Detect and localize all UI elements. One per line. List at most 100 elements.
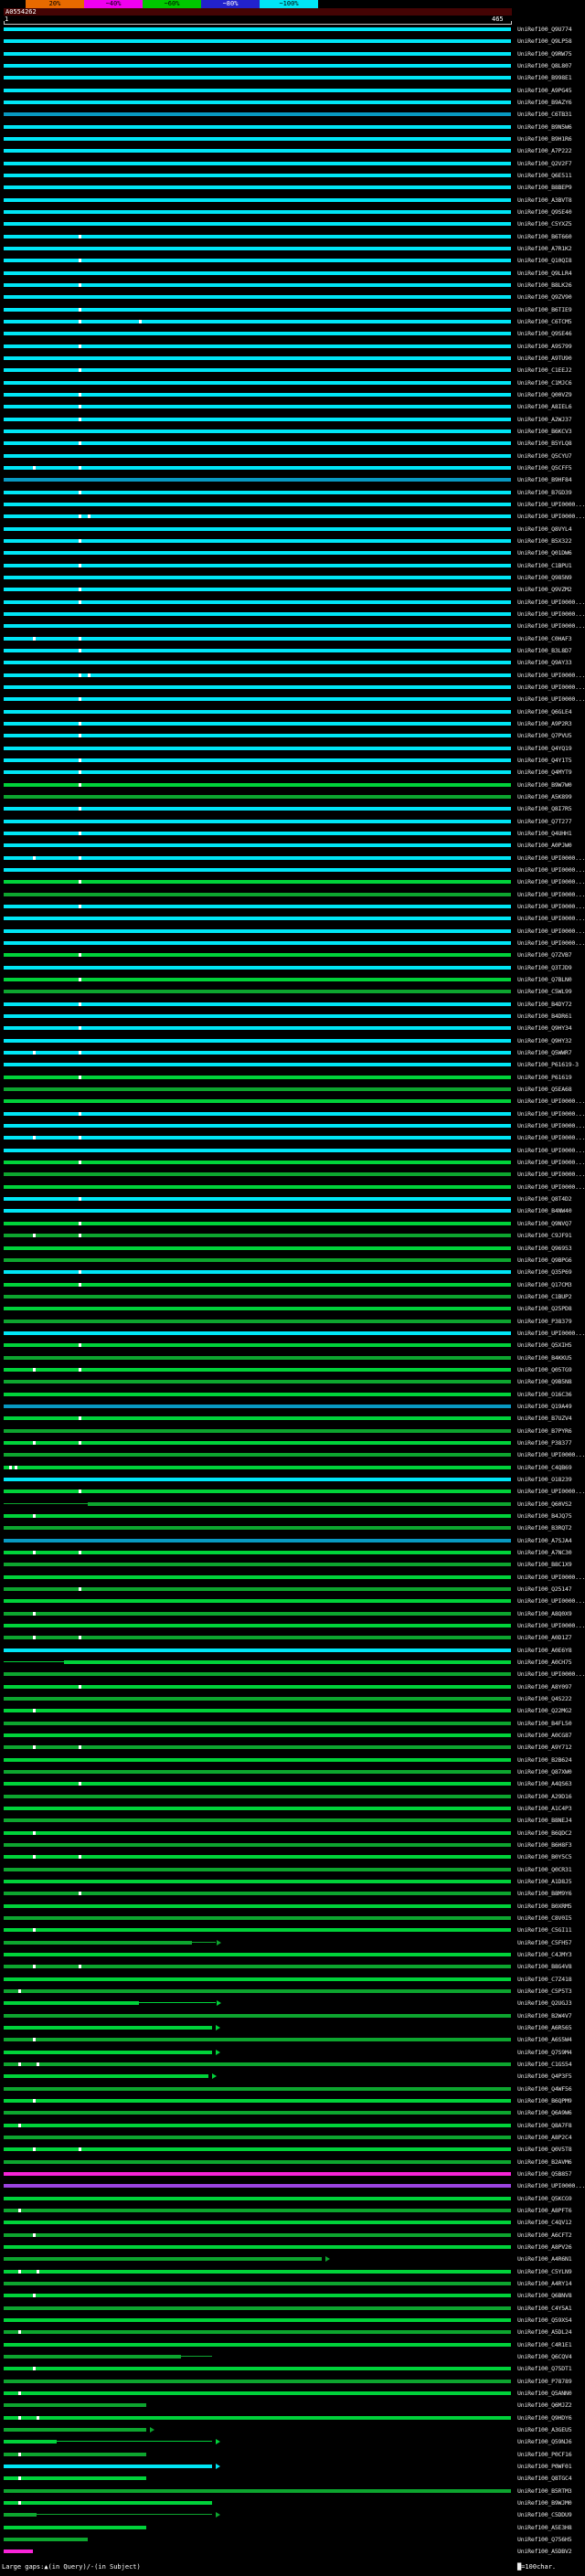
hit-label[interactable]: UniRef100_A9S799 <box>517 343 572 350</box>
hit-bar[interactable] <box>4 1831 511 1835</box>
hit-bar[interactable] <box>64 1660 511 1664</box>
hit-label[interactable]: UniRef100_C5WL99 <box>517 988 572 995</box>
hit-label[interactable]: UniRef100_B6KCV3 <box>517 428 572 435</box>
hit-label[interactable]: UniRef100_Q5XIH5 <box>517 1341 572 1349</box>
hit-label[interactable]: UniRef100_A0CG87 <box>517 1732 572 1739</box>
hit-bar[interactable] <box>4 2428 146 2432</box>
hit-label[interactable]: UniRef100_B998E1 <box>517 74 572 81</box>
hit-label[interactable]: UniRef100_P61619 <box>517 1074 572 1081</box>
hit-label[interactable]: UniRef100_Q6CQV4 <box>517 2353 572 2360</box>
hit-bar[interactable] <box>4 210 511 214</box>
hit-label[interactable]: UniRef100_A4QS63 <box>517 1780 572 1787</box>
hit-bar[interactable] <box>4 2476 146 2480</box>
hit-label[interactable]: UniRef100_UPI0000... <box>517 1574 585 1581</box>
hit-label[interactable]: UniRef100_B0XRM5 <box>517 1903 572 1910</box>
hit-bar[interactable] <box>4 1320 511 1323</box>
hit-label[interactable]: UniRef100_A8PV26 <box>517 2243 572 2251</box>
hit-bar[interactable] <box>4 2513 37 2517</box>
hit-label[interactable]: UniRef100_Q59NJ6 <box>517 2438 572 2445</box>
hit-label[interactable]: UniRef100_B8M9Y6 <box>517 1890 572 1897</box>
hit-label[interactable]: UniRef100_P61619-3 <box>517 1061 579 1068</box>
hit-bar[interactable] <box>4 624 511 628</box>
hit-bar[interactable] <box>4 2549 33 2553</box>
hit-bar[interactable] <box>4 2074 208 2078</box>
hit-label[interactable]: UniRef100_B8G4V8 <box>517 1963 572 1970</box>
hit-label[interactable]: UniRef100_B0Y5C5 <box>517 1853 572 1860</box>
hit-bar[interactable] <box>4 1563 511 1566</box>
hit-bar[interactable] <box>4 1393 511 1396</box>
hit-label[interactable]: UniRef100_UPI0000... <box>517 1159 585 1166</box>
hit-bar[interactable] <box>4 1356 511 1360</box>
hit-label[interactable]: UniRef100_B3L8D7 <box>517 647 572 654</box>
hit-label[interactable]: UniRef100_P0WF01 <box>517 2463 572 2470</box>
hit-label[interactable]: UniRef100_Q9AY33 <box>517 659 572 666</box>
hit-label[interactable]: UniRef100_Q7PVU5 <box>517 732 572 739</box>
hit-bar[interactable] <box>4 332 511 335</box>
hit-label[interactable]: UniRef100_B2W4V7 <box>517 2012 572 2019</box>
hit-label[interactable]: UniRef100_Q985N9 <box>517 574 572 581</box>
hit-label[interactable]: UniRef100_UPI0000... <box>517 939 585 947</box>
hit-label[interactable]: UniRef100_A6R565 <box>517 2024 572 2031</box>
hit-label[interactable]: UniRef100_A9PG45 <box>517 87 572 94</box>
hit-label[interactable]: UniRef100_A5DBV2 <box>517 2548 572 2555</box>
hit-label[interactable]: UniRef100_UPI0000... <box>517 891 585 898</box>
hit-bar[interactable] <box>4 295 511 299</box>
hit-bar[interactable] <box>4 1478 511 1481</box>
hit-label[interactable]: UniRef100_Q25147 <box>517 1585 572 1593</box>
hit-bar[interactable] <box>4 2391 511 2395</box>
hit-bar[interactable] <box>4 271 511 275</box>
hit-label[interactable]: UniRef100_C1GS54 <box>517 2061 572 2068</box>
hit-label[interactable]: UniRef100_Q8VYL4 <box>517 525 572 533</box>
hit-bar[interactable] <box>4 162 511 165</box>
hit-label[interactable]: UniRef100_A0D1Z7 <box>517 1634 572 1641</box>
hit-bar[interactable] <box>4 2489 511 2493</box>
hit-label[interactable]: UniRef100_Q22MG2 <box>517 1707 572 1714</box>
hit-label[interactable]: UniRef100_P0CF16 <box>517 2451 572 2458</box>
hit-bar[interactable] <box>4 2038 511 2041</box>
hit-label[interactable]: UniRef100_UPI0000... <box>517 501 585 508</box>
hit-bar[interactable] <box>4 661 511 664</box>
hit-label[interactable]: UniRef100_Q9RW75 <box>517 50 572 58</box>
hit-label[interactable]: UniRef100_A3GEU5 <box>517 2426 572 2433</box>
hit-label[interactable]: UniRef100_C5YLN9 <box>517 2268 572 2275</box>
hit-label[interactable]: UniRef100_UPI0000... <box>517 695 585 703</box>
hit-bar[interactable] <box>4 247 511 250</box>
hit-label[interactable]: UniRef100_Q01DW6 <box>517 549 572 557</box>
hit-bar[interactable] <box>4 1380 511 1383</box>
hit-label[interactable]: UniRef100_A8Y097 <box>517 1683 572 1691</box>
hit-label[interactable]: UniRef100_Q4WF56 <box>517 2085 572 2093</box>
hit-bar[interactable] <box>4 2001 139 2005</box>
hit-bar[interactable] <box>4 2160 511 2164</box>
hit-bar[interactable] <box>4 685 511 689</box>
hit-bar[interactable] <box>4 2416 511 2420</box>
hit-bar[interactable] <box>4 2403 146 2407</box>
hit-bar[interactable] <box>4 39 511 43</box>
hit-label[interactable]: UniRef100_C5YXZ5 <box>517 220 572 228</box>
hit-bar[interactable] <box>4 1172 511 1176</box>
hit-bar[interactable] <box>4 1818 511 1822</box>
hit-label[interactable]: UniRef100_O18239 <box>517 1476 572 1483</box>
hit-label[interactable]: UniRef100_Q5CFF5 <box>517 464 572 472</box>
hit-label[interactable]: UniRef100_B8C1X9 <box>517 1561 572 1568</box>
hit-label[interactable]: UniRef100_B9AZY6 <box>517 99 572 106</box>
hit-bar[interactable] <box>4 112 511 116</box>
hit-label[interactable]: UniRef100_Q9HY34 <box>517 1024 572 1032</box>
hit-label[interactable]: UniRef100_A8P2C4 <box>517 2134 572 2141</box>
hit-bar[interactable] <box>4 1648 511 1652</box>
hit-label[interactable]: UniRef100_A4R6N1 <box>517 2255 572 2263</box>
hit-label[interactable]: UniRef100_Q4S222 <box>517 1695 572 1702</box>
hit-label[interactable]: UniRef100_UPI0000... <box>517 1622 585 1629</box>
hit-label[interactable]: UniRef100_B9WJM0 <box>517 2499 572 2507</box>
hit-bar[interactable] <box>4 1795 511 1798</box>
hit-bar[interactable] <box>4 2197 511 2200</box>
hit-bar[interactable] <box>4 1185 511 1189</box>
hit-label[interactable]: UniRef100_Q6A9W6 <box>517 2109 572 2116</box>
hit-label[interactable]: UniRef100_Q9BPG6 <box>517 1256 572 1264</box>
hit-bar[interactable] <box>4 1453 511 1457</box>
hit-label[interactable]: UniRef100_Q4P3F5 <box>517 2072 572 2080</box>
hit-label[interactable]: UniRef100_C4QV12 <box>517 2219 572 2226</box>
hit-bar[interactable] <box>4 1624 511 1627</box>
hit-label[interactable]: UniRef100_B6QDC2 <box>517 1829 572 1837</box>
hit-label[interactable]: UniRef100_C4QB69 <box>517 1464 572 1471</box>
hit-bar[interactable] <box>4 2306 511 2310</box>
